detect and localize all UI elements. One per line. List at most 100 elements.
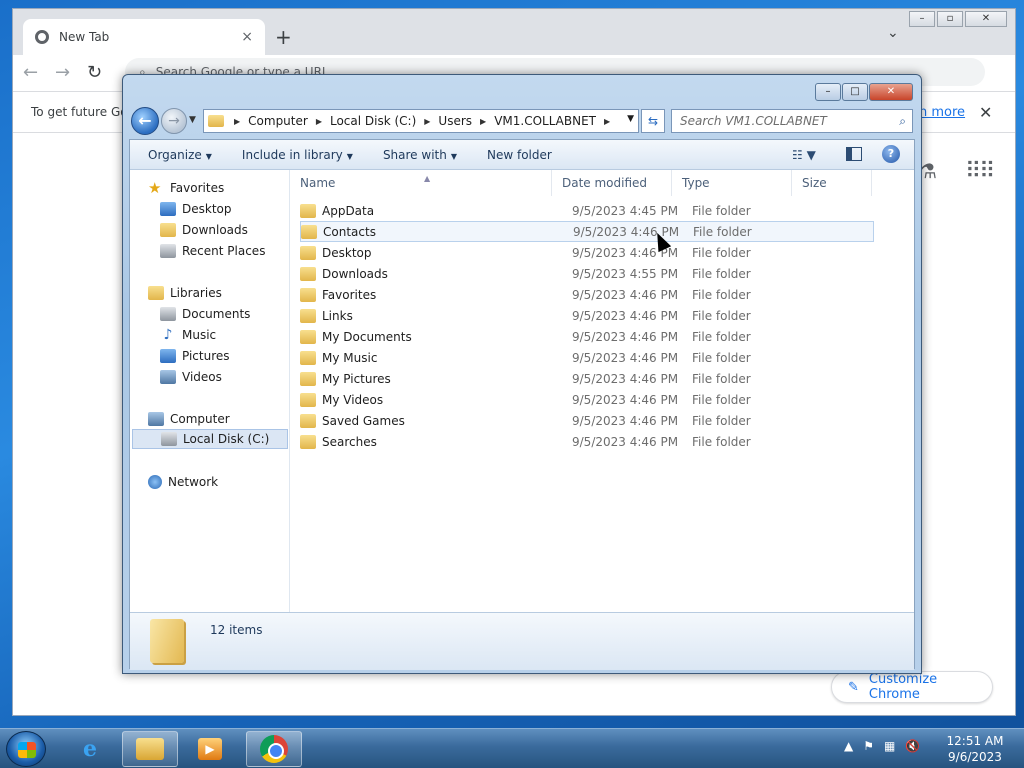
local-disk-icon [161,432,177,446]
include-in-library-button[interactable]: Include in library ▼ [242,148,353,162]
explorer-minimize-button[interactable]: – [815,83,841,101]
pictures-icon [160,349,176,363]
new-tab-button[interactable]: + [275,25,292,49]
info-bar-close-icon[interactable]: ✕ [979,103,992,122]
search-icon[interactable]: ⌕ [899,114,906,129]
nav-computer[interactable]: Computer [148,409,230,429]
column-type[interactable]: Type [672,170,792,196]
volume-muted-icon[interactable]: 🔇 [905,739,920,753]
folder-icon [300,308,316,323]
column-date-modified[interactable]: Date modified [552,170,672,196]
explorer-close-button[interactable]: ✕ [869,83,913,101]
folder-icon [300,203,316,218]
table-row[interactable]: Desktop 9/5/2023 4:46 PM File folder [300,242,874,263]
nav-documents[interactable]: Documents [160,304,250,324]
explorer-window: – □ ✕ ← → ▼ ▶ Computer ▶ Local Disk (C:) ▶… [122,74,922,674]
column-name[interactable]: Name ▲ [290,170,552,196]
music-note-icon: ♪ [163,327,173,343]
taskbar-windows-explorer[interactable] [122,731,178,767]
table-row[interactable]: Saved Games 9/5/2023 4:46 PM File folder [300,410,874,431]
clock[interactable]: 12:51 AM 9/6/2023 [942,733,1008,765]
folder-icon [300,329,316,344]
forward-button[interactable]: → [161,108,187,134]
address-dropdown-icon[interactable]: ▼ [627,114,634,124]
explorer-maximize-button[interactable]: □ [842,83,868,101]
breadcrumb-local-disk[interactable]: ▶ Local Disk (C:) [316,114,416,128]
tab-search-chevron-icon[interactable]: ⌄ [887,25,899,41]
chrome-tab-title: New Tab [59,30,110,44]
recent-pages-dropdown-icon[interactable]: ▼ [189,115,196,125]
back-button[interactable]: ← [131,107,159,135]
breadcrumb-computer[interactable]: ▶ Computer [234,114,308,128]
nav-downloads[interactable]: Downloads [160,220,248,240]
learn-more-link[interactable]: n more [919,105,965,120]
chrome-minimize-button[interactable]: – [909,11,935,27]
taskbar-internet-explorer[interactable]: e [62,731,118,767]
share-with-button[interactable]: Share with ▼ [383,148,457,162]
videos-icon [160,370,176,384]
folder-icon [300,392,316,407]
start-button[interactable] [6,731,46,767]
details-pane: 12 items [130,612,914,670]
google-apps-grid-icon[interactable]: ⠿⠿ [965,159,995,184]
recent-places-icon [160,244,176,258]
table-row[interactable]: Contacts 9/5/2023 4:46 PM File folder [300,221,874,242]
chrome-tab-strip: New Tab × + ⌄ – ▫ ✕ [13,9,1015,55]
change-view-button[interactable]: ☷ ▼ [792,148,816,162]
preview-pane-icon[interactable] [846,147,862,161]
table-row[interactable]: My Pictures 9/5/2023 4:46 PM File folder [300,368,874,389]
nav-local-disk[interactable]: Local Disk (C:) [132,429,288,449]
chrome-window-controls: – ▫ ✕ [909,11,1007,27]
nav-favorites[interactable]: ★ Favorites [148,178,224,198]
table-row[interactable]: Searches 9/5/2023 4:46 PM File folder [300,431,874,452]
table-row[interactable]: My Videos 9/5/2023 4:46 PM File folder [300,389,874,410]
file-list: Name ▲ Date modified Type Size AppData 9/5… [290,170,914,612]
star-icon: ★ [148,179,162,197]
column-size[interactable]: Size [792,170,872,196]
chrome-close-button[interactable]: ✕ [965,11,1007,27]
chevron-down-icon: ▼ [205,151,212,161]
organize-button[interactable]: Organize ▼ [148,148,212,162]
nav-libraries[interactable]: Libraries [148,283,222,303]
refresh-button[interactable]: ⇆ [641,109,665,133]
sort-ascending-icon: ▲ [424,174,431,183]
breadcrumb-vm1-collabnet[interactable]: ▶ VM1.COLLABNET ▶ [480,114,618,128]
info-bar-text: To get future Go [31,105,128,119]
nav-desktop[interactable]: Desktop [160,199,232,219]
nav-videos[interactable]: Videos [160,367,222,387]
table-row[interactable]: My Documents 9/5/2023 4:46 PM File folder [300,326,874,347]
explorer-search-input[interactable]: Search VM1.COLLABNET ⌕ [671,109,913,133]
chrome-tab-new-tab[interactable]: New Tab × [23,19,265,55]
table-row[interactable]: AppData 9/5/2023 4:45 PM File folder [300,200,874,221]
table-row[interactable]: Links 9/5/2023 4:46 PM File folder [300,305,874,326]
column-headers: Name ▲ Date modified Type Size [290,170,914,196]
network-status-icon[interactable]: ▦ [884,739,895,753]
computer-icon [148,412,164,426]
new-folder-button[interactable]: New folder [487,148,552,162]
chrome-restore-button[interactable]: ▫ [937,11,963,27]
chrome-icon [260,735,288,763]
taskbar-chrome[interactable] [246,731,302,767]
nav-music[interactable]: ♪ Music [160,325,217,345]
libraries-icon [148,286,164,300]
nav-pictures[interactable]: Pictures [160,346,230,366]
table-row[interactable]: Downloads 9/5/2023 4:55 PM File folder [300,263,874,284]
tab-close-icon[interactable]: × [241,29,253,45]
action-center-flag-icon[interactable]: ⚑ [863,739,874,753]
back-arrow-icon[interactable]: ← [23,62,55,83]
address-bar[interactable]: ▶ Computer ▶ Local Disk (C:) ▶ Users ▶ VM1.C… [203,109,639,133]
show-hidden-icons-icon[interactable]: ▲ [844,739,853,753]
nav-recent-places[interactable]: Recent Places [160,241,265,261]
nav-network[interactable]: Network [148,472,218,492]
breadcrumb-users[interactable]: ▶ Users [424,114,472,128]
table-row[interactable]: My Music 9/5/2023 4:46 PM File folder [300,347,874,368]
taskbar-media-player[interactable]: ▶ [182,731,238,767]
table-row[interactable]: Favorites 9/5/2023 4:46 PM File folder [300,284,874,305]
forward-arrow-icon[interactable]: → [55,62,87,83]
customize-chrome-button[interactable]: ✎ Customize Chrome [831,671,993,703]
help-icon[interactable]: ? [882,145,900,163]
navigation-pane: ★ Favorites Desktop Downloads Recent Plac… [130,170,290,612]
downloads-folder-icon [160,223,176,237]
folder-icon [300,350,316,365]
reload-icon[interactable]: ↻ [87,62,119,83]
